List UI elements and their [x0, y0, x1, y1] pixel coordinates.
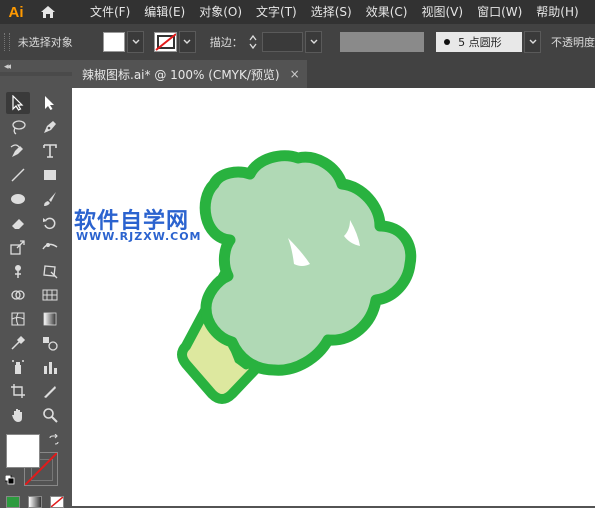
variable-width-profile[interactable] [340, 32, 425, 52]
collapse-panel-icon[interactable]: ◂◂ [4, 62, 11, 72]
broccoli-artwork[interactable] [72, 88, 595, 506]
gradient-mode-button[interactable] [28, 496, 42, 508]
no-stroke-icon [155, 33, 176, 51]
slice-tool-icon[interactable] [38, 380, 62, 402]
chevron-down-icon [132, 39, 140, 44]
menu-file[interactable]: 文件(F) [84, 0, 136, 24]
eyedropper-tool-icon[interactable] [6, 332, 30, 354]
brush-dropdown-button[interactable] [524, 31, 541, 53]
curvature-tool-icon[interactable] [6, 140, 30, 162]
zoom-tool-icon[interactable] [38, 404, 62, 426]
brush-dot-icon [444, 39, 451, 45]
menu-select[interactable]: 选择(S) [305, 0, 358, 24]
hand-tool-icon[interactable] [6, 404, 30, 426]
menu-window[interactable]: 窗口(W) [471, 0, 528, 24]
control-bar: 未选择对象 描边： 5 点圆形 不透明度 [0, 24, 595, 61]
broccoli-head [199, 150, 417, 376]
opacity-label[interactable]: 不透明度 [551, 34, 595, 50]
document-tab-strip: 辣椒图标.ai* @ 100% (CMYK/预览) × [72, 60, 595, 88]
gradient-tool-icon[interactable] [38, 308, 62, 330]
menu-type[interactable]: 文字(T) [250, 0, 303, 24]
paintbrush-tool-icon[interactable] [38, 188, 62, 210]
mesh-tool-icon[interactable] [6, 308, 30, 330]
swap-fill-stroke-icon[interactable] [48, 433, 60, 449]
blend-tool-icon[interactable] [38, 332, 62, 354]
selection-tool-icon[interactable] [6, 92, 30, 114]
menu-edit[interactable]: 编辑(E) [138, 0, 191, 24]
brush-label: 5 点圆形 [458, 36, 502, 49]
fill-color-swatch[interactable] [102, 32, 126, 52]
ellipse-tool-icon[interactable] [6, 188, 30, 210]
menu-object[interactable]: 对象(O) [193, 0, 248, 24]
artboard-tool-icon[interactable] [6, 380, 30, 402]
width-tool-icon[interactable] [38, 236, 62, 258]
eraser-tool-icon[interactable] [6, 212, 30, 234]
lasso-tool-icon[interactable] [6, 116, 30, 138]
line-tool-icon[interactable] [6, 164, 30, 186]
chevron-down-icon [183, 39, 191, 44]
watermark-url: WWW.RJZXW.COM [76, 230, 202, 243]
panel-grip[interactable] [4, 33, 10, 51]
chevron-down-icon [310, 39, 318, 44]
stroke-dropdown-button[interactable] [178, 31, 196, 53]
symbol-sprayer-tool-icon[interactable] [6, 356, 30, 378]
color-mode-row [6, 496, 72, 508]
stroke-weight-input[interactable] [261, 32, 304, 52]
menu-effect[interactable]: 效果(C) [360, 0, 414, 24]
color-mode-button[interactable] [6, 496, 20, 508]
stroke-color-swatch[interactable] [154, 32, 177, 52]
menu-view[interactable]: 视图(V) [415, 0, 469, 24]
stroke-weight-dropdown-button[interactable] [305, 31, 322, 53]
document-tab-title: 辣椒图标.ai* @ 100% (CMYK/预览) [82, 67, 280, 82]
menu-bar: Ai 文件(F) 编辑(E) 对象(O) 文字(T) 选择(S) 效果(C) 视… [0, 0, 595, 24]
stroke-weight-spinner[interactable] [247, 32, 260, 52]
chevron-down-icon [529, 39, 536, 44]
puppet-warp-tool-icon[interactable] [6, 260, 30, 282]
close-icon[interactable]: × [290, 67, 300, 81]
selection-status-label: 未选择对象 [17, 36, 73, 49]
tools-panel-header[interactable] [0, 72, 72, 76]
brush-definition-select[interactable]: 5 点圆形 [436, 32, 523, 52]
free-transform-tool-icon[interactable] [38, 260, 62, 282]
menu-items: 文件(F) 编辑(E) 对象(O) 文字(T) 选择(S) 效果(C) 视图(V… [84, 0, 587, 24]
rotate-tool-icon[interactable] [38, 212, 62, 234]
rectangle-tool-icon[interactable] [38, 164, 62, 186]
pen-tool-icon[interactable] [38, 116, 62, 138]
direct-selection-tool-icon[interactable] [38, 92, 62, 114]
perspective-grid-tool-icon[interactable] [38, 284, 62, 306]
shape-builder-tool-icon[interactable] [6, 284, 30, 306]
home-icon[interactable] [36, 0, 60, 24]
none-mode-button[interactable] [50, 496, 64, 508]
default-fill-stroke-icon[interactable] [4, 474, 15, 485]
spinner-arrows-icon [249, 34, 257, 50]
fill-dropdown-button[interactable] [127, 31, 145, 53]
app-logo: Ai [8, 3, 24, 21]
menu-help[interactable]: 帮助(H) [530, 0, 584, 24]
fill-color-box[interactable] [6, 434, 40, 468]
type-tool-icon[interactable] [38, 140, 62, 162]
scale-tool-icon[interactable] [6, 236, 30, 258]
tools-panel: ◂◂ [0, 60, 73, 508]
artboard-canvas[interactable]: 软件自学网 WWW.RJZXW.COM [72, 88, 595, 506]
column-graph-tool-icon[interactable] [38, 356, 62, 378]
stroke-label: 描边： [209, 36, 243, 49]
tab-document[interactable]: 辣椒图标.ai* @ 100% (CMYK/预览) × [72, 60, 307, 88]
